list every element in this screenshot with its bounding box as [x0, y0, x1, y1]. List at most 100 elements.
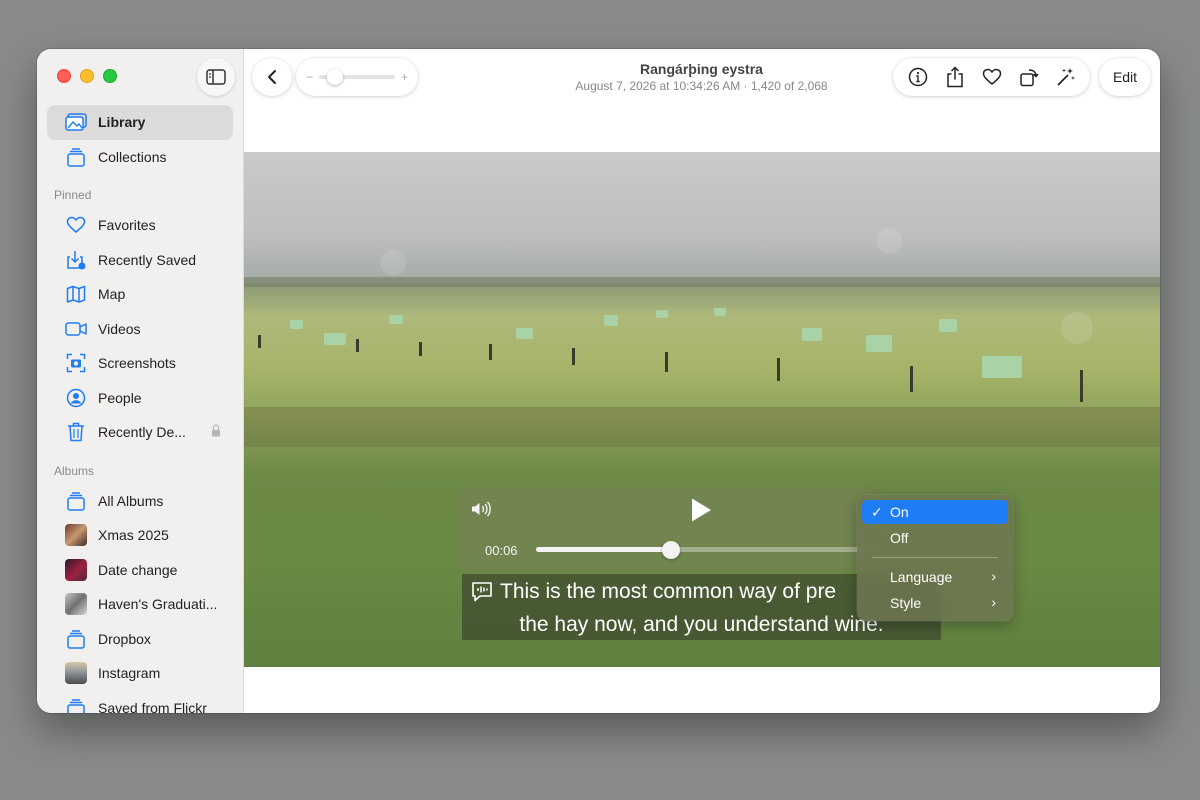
collections-icon [65, 146, 87, 168]
sidebar-item-album[interactable]: Instagram [47, 656, 233, 691]
sidebar-icon [206, 69, 226, 85]
pinned-section-header: Pinned [54, 188, 92, 202]
zoom-knob[interactable] [327, 69, 344, 85]
sidebar-item-label: All Albums [98, 492, 164, 509]
photo-library-icon [65, 111, 87, 133]
edit-button[interactable]: Edit [1099, 58, 1151, 96]
photos-window: Library Collections Pinned Favorites Rec… [37, 49, 1160, 713]
magic-wand-icon [1056, 68, 1075, 86]
menu-item-label: On [890, 504, 909, 520]
play-button[interactable] [690, 497, 712, 528]
album-thumbnail [65, 524, 87, 547]
scrubber-knob[interactable] [662, 541, 681, 559]
photo-header: Rangárþing eystra August 7, 2026 at 10:3… [494, 61, 909, 93]
sidebar-item-label: Map [98, 286, 126, 303]
sidebar-toggle-button[interactable] [197, 58, 235, 96]
play-icon [692, 498, 711, 522]
menu-item-label: Language [890, 569, 953, 585]
menu-item-label: Off [890, 530, 909, 546]
sidebar-item-album[interactable]: Dropbox [47, 622, 233, 657]
chevron-right-icon: › [991, 594, 996, 610]
sidebar-item-label: People [98, 389, 142, 406]
share-icon [946, 66, 963, 88]
zoom-in-label: + [400, 70, 408, 84]
video-player[interactable]: 00:06 This is the most common way of pre… [244, 152, 1160, 667]
sidebar-item-label: Library [98, 114, 146, 131]
auto-enhance-button[interactable] [1052, 63, 1080, 91]
sidebar-item-label: Screenshots [98, 355, 176, 372]
sidebar-item-album[interactable]: Xmas 2025 [47, 518, 233, 553]
heart-icon [982, 68, 1001, 85]
volume-button[interactable] [470, 501, 492, 522]
zoom-out-label: − [306, 70, 314, 84]
sidebar-item-label: Recently De... [98, 424, 186, 441]
playback-controls: 00:06 [458, 487, 878, 571]
photo-subtitle: August 7, 2026 at 10:34:26 AM · 1,420 of… [575, 79, 828, 93]
share-button[interactable] [941, 63, 969, 91]
toolbar-actions [893, 58, 1090, 96]
sidebar-item-label: Saved from Flickr [98, 699, 207, 713]
sidebar-item-favorites[interactable]: Favorites [47, 208, 233, 243]
sidebar-item-label: Favorites [98, 217, 156, 234]
sidebar-item-label: Dropbox [98, 630, 151, 647]
sidebar-item-album[interactable]: Haven's Graduati... [47, 587, 233, 622]
elapsed-time: 00:06 [485, 543, 518, 558]
sidebar-item-collections[interactable]: Collections [47, 140, 233, 175]
sidebar-item-recently-saved[interactable]: Recently Saved [47, 243, 233, 278]
sidebar-item-label: Videos [98, 320, 141, 337]
heart-icon [65, 214, 87, 236]
albums-icon [65, 628, 87, 650]
menu-item-language[interactable]: Language › [862, 565, 1008, 589]
menu-item-on[interactable]: ✓ On [862, 500, 1008, 524]
fullscreen-window-button[interactable] [103, 69, 117, 83]
sidebar: Library Collections Pinned Favorites Rec… [37, 49, 244, 713]
sidebar-item-videos[interactable]: Videos [47, 312, 233, 347]
info-button[interactable] [904, 63, 932, 91]
menu-separator [872, 557, 998, 558]
close-window-button[interactable] [57, 69, 71, 83]
chevron-right-icon: › [991, 568, 996, 584]
albums-icon [65, 490, 87, 512]
trash-icon [65, 421, 87, 443]
sidebar-item-label: Haven's Graduati... [98, 596, 218, 613]
back-button[interactable] [252, 58, 292, 96]
sidebar-item-label: Xmas 2025 [98, 527, 169, 544]
zoom-slider[interactable]: − + [296, 58, 418, 96]
sidebar-item-recently-deleted[interactable]: Recently De... [47, 415, 233, 450]
sidebar-item-label: Instagram [98, 665, 161, 682]
sidebar-item-album[interactable]: Saved from Flickr [47, 691, 233, 713]
sidebar-item-library[interactable]: Library [47, 105, 233, 140]
download-icon [65, 249, 87, 271]
albums-section-header: Albums [54, 463, 95, 478]
speaker-icon [472, 501, 491, 517]
sidebar-nav: Library Collections Pinned Favorites Rec… [47, 105, 233, 713]
sidebar-item-all-albums[interactable]: All Albums [47, 484, 233, 519]
album-thumbnail [65, 593, 87, 616]
subtitles-menu: ✓ On Off Language › Style › [857, 495, 1013, 621]
checkmark-icon: ✓ [871, 504, 883, 520]
menu-item-style[interactable]: Style › [862, 591, 1008, 615]
zoom-track[interactable] [319, 69, 395, 85]
menu-item-off[interactable]: Off [862, 526, 1008, 550]
main-content: − + Rangárþing eystra August 7, 2026 at … [244, 49, 1160, 713]
sidebar-item-screenshots[interactable]: Screenshots [47, 346, 233, 381]
sidebar-item-label: Recently Saved [98, 251, 197, 268]
rotate-button[interactable] [1015, 63, 1043, 91]
sidebar-item-people[interactable]: People [47, 381, 233, 416]
screenshot-icon [65, 352, 87, 374]
lock-icon [211, 424, 221, 440]
favorite-button[interactable] [978, 63, 1006, 91]
scrubber-fill [536, 547, 672, 552]
menu-item-label: Style [890, 595, 922, 611]
sidebar-item-label: Date change [98, 561, 178, 578]
album-thumbnail [65, 662, 87, 685]
map-icon [65, 283, 87, 305]
sidebar-item-map[interactable]: Map [47, 277, 233, 312]
video-icon [65, 318, 87, 340]
minimize-window-button[interactable] [80, 69, 94, 83]
album-thumbnail [65, 558, 87, 581]
sidebar-item-album[interactable]: Date change [47, 553, 233, 588]
scrubber-track[interactable] [536, 541, 866, 559]
window-controls [57, 69, 117, 83]
sidebar-item-label: Collections [98, 148, 167, 165]
